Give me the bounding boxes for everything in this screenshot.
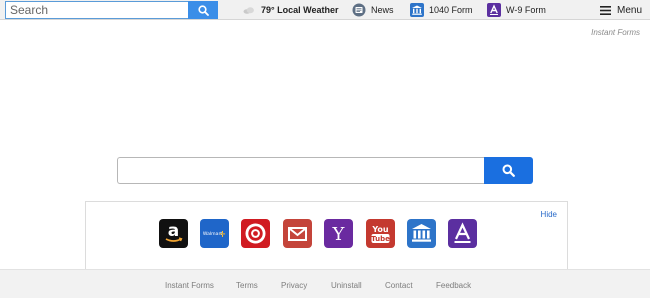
form1040-link[interactable]: 1040 Form xyxy=(410,1,473,19)
gmail-tile[interactable] xyxy=(283,219,312,248)
yahoo-icon: Y xyxy=(332,224,346,245)
toolbar-search-button[interactable] xyxy=(188,1,218,19)
target-tile[interactable] xyxy=(241,219,270,248)
yahoo-tile[interactable]: Y xyxy=(324,219,353,248)
footer-link-privacy[interactable]: Privacy xyxy=(281,281,307,290)
w9-tile[interactable] xyxy=(448,219,477,248)
menu-label: Menu xyxy=(617,4,643,16)
hide-link[interactable]: Hide xyxy=(541,210,557,219)
top-toolbar: 79° Local Weather News 1040 Form W-9 For… xyxy=(0,0,650,20)
mail-icon xyxy=(288,227,307,241)
footer-link-terms[interactable]: Terms xyxy=(236,281,258,290)
brand-logo-text: Instant Forms xyxy=(591,28,640,37)
w9-label: W-9 Form xyxy=(506,5,546,15)
weather-label: 79° Local Weather xyxy=(261,5,339,15)
youtube-icon: YouTube xyxy=(371,225,390,243)
menu-button[interactable]: Menu xyxy=(598,1,642,19)
w9-link[interactable]: W-9 Form xyxy=(487,1,546,19)
form-a-icon xyxy=(454,222,471,243)
toolbar-search-input[interactable] xyxy=(5,1,189,19)
bank-icon xyxy=(410,3,424,17)
form1040-label: 1040 Form xyxy=(429,5,473,15)
footer-link-uninstall[interactable]: Uninstall xyxy=(331,281,362,290)
weather-link[interactable]: 79° Local Weather xyxy=(242,1,338,19)
search-icon xyxy=(197,4,209,16)
svg-text:Y: Y xyxy=(332,224,346,245)
footer-link-contact[interactable]: Contact xyxy=(385,281,413,290)
main-search-button[interactable] xyxy=(484,157,533,184)
svg-text:Walmart: Walmart xyxy=(203,231,223,237)
cloud-icon xyxy=(242,3,256,17)
news-link[interactable]: News xyxy=(352,1,394,19)
bank-icon xyxy=(412,224,431,242)
target-icon xyxy=(245,223,266,244)
main-search-input[interactable] xyxy=(117,157,485,184)
youtube-tile[interactable]: You Tube xyxy=(366,219,395,248)
form-a-icon xyxy=(487,3,501,17)
amazon-icon: a xyxy=(165,221,183,242)
walmart-tile[interactable]: Walmart xyxy=(200,219,229,248)
footer-link-instant-forms[interactable]: Instant Forms xyxy=(165,281,214,290)
svg-text:You: You xyxy=(371,225,389,234)
footer: Instant Forms Terms Privacy Uninstall Co… xyxy=(0,269,650,298)
walmart-icon: Walmart xyxy=(203,231,226,237)
news-label: News xyxy=(371,5,394,15)
footer-link-feedback[interactable]: Feedback xyxy=(436,281,471,290)
svg-text:a: a xyxy=(168,221,179,241)
news-icon xyxy=(352,3,366,17)
amazon-tile[interactable]: a xyxy=(159,219,188,248)
svg-text:Tube: Tube xyxy=(371,235,390,243)
search-icon xyxy=(502,164,515,177)
hamburger-icon xyxy=(598,3,612,17)
form1040-tile[interactable] xyxy=(407,219,436,248)
